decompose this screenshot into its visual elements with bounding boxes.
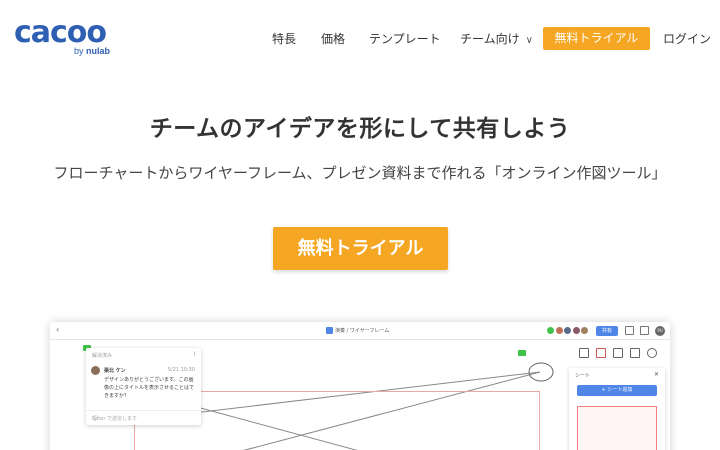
- comment-marker-icon: [518, 350, 526, 356]
- comment-status: 解決済み: [92, 353, 113, 359]
- main-nav: 特長 価格 テンプレート チーム向け ∨ 無料トライアル ログイン: [0, 27, 720, 50]
- nav-teams-label: チーム向け: [460, 32, 520, 46]
- comment-reply-input: Enter で返信します ☺: [86, 410, 201, 425]
- chevron-down-icon: ∨: [525, 35, 533, 46]
- close-icon: ✕: [653, 371, 659, 378]
- user-avatar: PU: [655, 326, 665, 336]
- video-icon: [613, 348, 623, 358]
- site-header: cacoo by nulab 特長 価格 テンプレート チーム向け ∨ 無料トライ…: [0, 0, 720, 72]
- back-icon: ‹: [56, 325, 60, 334]
- export-icon: [640, 326, 649, 335]
- preview-canvas: 解決済み ⌇ 栗北 ケン 5/21 10:30 デザインありがとうございます。こ…: [50, 340, 670, 450]
- gear-icon: [647, 348, 657, 358]
- preview-share-button: 共有: [596, 326, 618, 336]
- hero-free-trial-button[interactable]: 無料トライアル: [273, 227, 448, 270]
- nav-pricing[interactable]: 価格: [321, 30, 345, 47]
- preview-doc-title-text: 演奏 / ワイヤーフレーム: [335, 328, 390, 334]
- play-icon: [625, 326, 634, 335]
- nav-teams[interactable]: チーム向け ∨: [460, 30, 533, 47]
- paperclip-icon: ⌇: [193, 351, 196, 358]
- layers-icon: [630, 348, 640, 358]
- hero-title: チームのアイデアを形にして共有しよう: [149, 116, 571, 142]
- emoji-icon: ☺: [92, 415, 99, 422]
- comment-thread: 解決済み ⌇ 栗北 ケン 5/21 10:30 デザインありがとうございます。こ…: [86, 348, 201, 425]
- preview-doc-title: 演奏 / ワイヤーフレーム: [326, 327, 389, 334]
- nav-login[interactable]: ログイン: [663, 30, 711, 47]
- add-sheet-button: + シート追加: [577, 385, 657, 396]
- page-icon: [579, 348, 589, 358]
- sheet-thumbnail: [577, 406, 657, 450]
- avatar: [580, 326, 590, 335]
- header-free-trial-button[interactable]: 無料トライアル: [543, 27, 650, 50]
- app-preview: ‹ 演奏 / ワイヤーフレーム 共有 PU 解決済み ⌇ 栗北 ケン 5/21 …: [50, 322, 670, 450]
- comment-text: デザインありがとうございます。この画像の上にタイトルを表示させることはできますか…: [104, 377, 195, 399]
- collaborator-avatars: [546, 326, 590, 337]
- sheet-panel: シート ✕ + シート追加: [569, 368, 665, 450]
- nav-features[interactable]: 特長: [272, 30, 296, 47]
- comment-time: 5/21 10:30: [167, 367, 195, 373]
- sheet-panel-title: シート: [575, 373, 591, 379]
- hero-subtitle: フローチャートからワイヤーフレーム、プレゼン資料まで作れる「オンライン作図ツール…: [53, 164, 667, 182]
- nav-templates[interactable]: テンプレート: [369, 30, 441, 47]
- document-icon: [326, 327, 333, 334]
- avatar: [546, 326, 555, 335]
- comment-avatar: [91, 366, 100, 375]
- avatar: [563, 326, 573, 335]
- comment-author: 栗北 ケン: [104, 368, 126, 374]
- preview-toolbar: ‹ 演奏 / ワイヤーフレーム 共有 PU: [50, 322, 670, 340]
- comment-icon: [596, 348, 606, 358]
